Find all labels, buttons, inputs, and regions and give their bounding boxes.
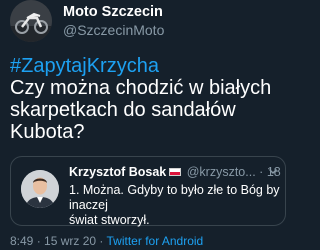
quoted-author-handle[interactable]: @krzyszto...	[187, 165, 256, 179]
chevron-down-icon[interactable]	[267, 165, 279, 177]
tweet-text-line: Czy można chodzić w białych	[10, 77, 272, 99]
hashtag-link[interactable]: #ZapytajKrzycha	[10, 55, 294, 77]
author-handle[interactable]: @SzczecinMoto	[63, 22, 164, 38]
tweet-date[interactable]: 15 wrz 20	[44, 234, 96, 248]
tweet-text-line: skarpetkach do sandałów	[10, 99, 236, 121]
tweet-screenshot: Moto Szczecin @SzczecinMoto #ZapytajKrzy…	[0, 0, 300, 250]
quoted-tweet-text: 1. Można. Gdyby to było złe to Bóg by in…	[69, 183, 283, 228]
poland-flag-icon	[169, 168, 182, 176]
author-name[interactable]: Moto Szczecin	[63, 4, 163, 20]
footer-separator: ·	[96, 234, 107, 248]
tweet-text-line: Kubota?	[10, 121, 85, 143]
quoted-text-line: 1. Można. Gdyby to było złe to Bóg by in…	[69, 183, 280, 212]
quoted-separator: ·	[259, 165, 264, 179]
footer-separator: ·	[33, 234, 45, 248]
tweet-footer: 8:49 · 15 wrz 20 · Twitter for Android	[10, 234, 203, 248]
quoted-tweet-header: Krzysztof Bosak @krzyszto... · 18 g.	[69, 165, 283, 181]
tweet-time[interactable]: 8:49	[10, 234, 33, 248]
tweet-source-link[interactable]: Twitter for Android	[107, 234, 204, 248]
tweet-header: Moto Szczecin @SzczecinMoto	[8, 0, 292, 44]
quoted-tweet-card[interactable]: Krzysztof Bosak @krzyszto... · 18 g. 1. …	[10, 156, 286, 228]
quoted-author-name[interactable]: Krzysztof Bosak	[69, 165, 166, 179]
quoted-text-line: świat stworzył.	[69, 213, 150, 227]
tweet-text: #ZapytajKrzycha Czy można chodzić w biał…	[10, 55, 294, 143]
motorcycle-avatar-icon[interactable]	[10, 0, 52, 42]
person-avatar-icon[interactable]	[21, 170, 59, 208]
